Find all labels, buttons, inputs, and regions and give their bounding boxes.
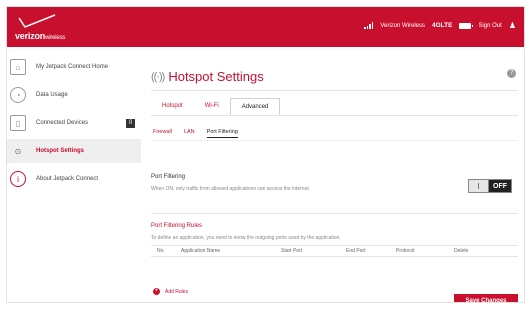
column-header: End Port: [346, 248, 366, 254]
divider: [151, 140, 518, 141]
device-count-badge: 0: [126, 118, 135, 128]
sidebar-item-label: About Jetpack Connect: [36, 175, 99, 182]
app-window: verizonwireless Verizon Wireless 4GLTE S…: [6, 6, 525, 303]
status-area: Verizon Wireless 4GLTE Sign Out ♟: [364, 21, 516, 30]
port-filtering-description: When ON, only traffic from allowed appli…: [151, 186, 311, 192]
top-bar: verizonwireless Verizon Wireless 4GLTE S…: [7, 7, 524, 47]
network-type: 4GLTE: [432, 22, 453, 29]
port-filtering-label: Port Filtering: [151, 174, 186, 180]
column-header: Start Port: [281, 248, 303, 254]
hotspot-title-icon: ((·)): [151, 70, 165, 83]
sidebar-item-connected-devices[interactable]: ▯ Connected Devices 0: [7, 111, 141, 135]
rules-description: To define an application, you need to kn…: [151, 235, 341, 241]
sidebar-item-data-usage[interactable]: ◔ Data Usage: [7, 83, 141, 107]
network-name: Verizon Wireless: [380, 22, 425, 29]
user-icon[interactable]: ♟: [509, 21, 516, 30]
toggle-state: OFF: [489, 180, 511, 192]
sidebar: ⌂ My Jetpack Connect Home ◔ Data Usage ▯…: [7, 55, 141, 195]
settings-tabs: Hotspot Wi-Fi Advanced: [151, 98, 281, 116]
page-header: ((·)) Hotspot Settings: [151, 69, 264, 84]
sidebar-item-home[interactable]: ⌂ My Jetpack Connect Home: [7, 55, 141, 79]
sidebar-item-label: Data Usage: [36, 91, 68, 98]
add-rules-label: Add Rules: [165, 288, 189, 295]
tab-hotspot[interactable]: Hotspot: [151, 98, 194, 116]
devices-icon: ▯: [10, 115, 26, 131]
sidebar-item-label: My Jetpack Connect Home: [36, 63, 109, 70]
divider: [151, 90, 518, 91]
divider: [151, 213, 518, 214]
column-header: Delete: [454, 248, 469, 254]
info-icon: i: [10, 171, 26, 187]
table-header: No. Application Name Start Port End Port…: [151, 245, 518, 257]
column-header: No.: [157, 248, 165, 254]
advanced-subtabs: Firewall LAN Port Filtering: [153, 129, 238, 138]
sidebar-item-label: Hotspot Settings: [36, 147, 84, 154]
brand-suffix: wireless: [45, 35, 66, 41]
gauge-icon: ◔: [10, 87, 26, 103]
tab-wifi[interactable]: Wi-Fi: [194, 98, 230, 116]
battery-icon: [459, 22, 474, 29]
main-content: ((·)) Hotspot Settings ? Hotspot Wi-Fi A…: [151, 55, 518, 302]
verizon-logo[interactable]: verizonwireless: [15, 13, 105, 43]
brand-name: verizon: [15, 31, 46, 41]
subtab-lan[interactable]: LAN: [184, 129, 195, 138]
subtab-firewall[interactable]: Firewall: [153, 129, 172, 138]
add-rules-button[interactable]: + Add Rules: [153, 288, 188, 295]
column-header: Application Name: [181, 248, 221, 254]
plus-icon: +: [153, 288, 160, 295]
port-filtering-toggle[interactable]: OFF: [468, 179, 512, 193]
page-title: Hotspot Settings: [168, 69, 264, 84]
rules-table: No. Application Name Start Port End Port…: [151, 245, 518, 257]
sign-out-link[interactable]: Sign Out: [478, 23, 501, 29]
help-icon[interactable]: ?: [507, 69, 516, 78]
column-header: Protocol: [396, 248, 415, 254]
hotspot-icon: ⊙: [14, 146, 22, 156]
tab-advanced[interactable]: Advanced: [229, 98, 281, 116]
toggle-knob: [469, 180, 489, 192]
divider: [151, 115, 518, 116]
brand-wordmark: verizonwireless: [15, 31, 65, 41]
home-icon: ⌂: [10, 59, 26, 75]
sidebar-item-label: Connected Devices: [36, 119, 89, 126]
save-changes-button[interactable]: Save Changes: [454, 294, 518, 302]
rules-title: Port Filtering Rules: [151, 223, 203, 229]
signal-strength-icon: [364, 22, 374, 29]
sidebar-item-hotspot-settings[interactable]: ⊙ Hotspot Settings: [7, 139, 141, 163]
sidebar-item-about[interactable]: i About Jetpack Connect: [7, 167, 141, 191]
verizon-check-icon: [18, 14, 56, 28]
subtab-port-filtering[interactable]: Port Filtering: [206, 129, 238, 138]
